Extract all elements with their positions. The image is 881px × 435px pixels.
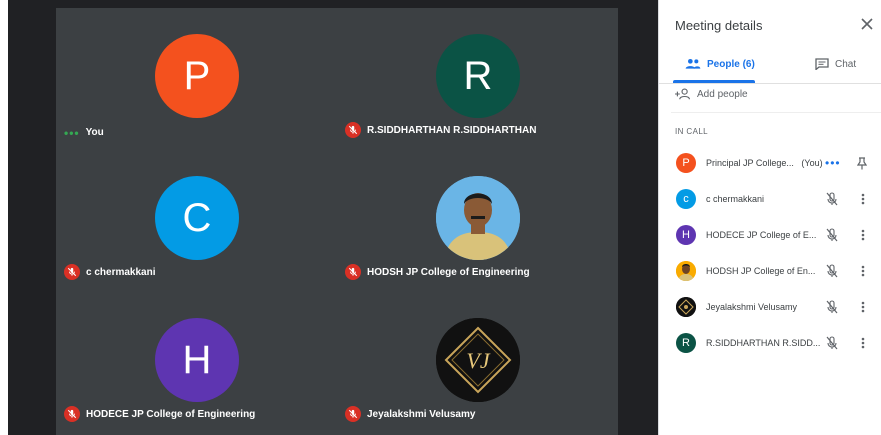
participant-row[interactable]: P Principal JP College... (You) ••• xyxy=(659,145,881,181)
add-person-icon xyxy=(675,88,690,100)
close-icon xyxy=(861,18,873,30)
mic-off-icon xyxy=(826,264,838,278)
mic-off-icon xyxy=(64,264,80,280)
tab-chat-label: Chat xyxy=(835,58,857,70)
you-tag: (You) xyxy=(801,158,823,168)
panel-title: Meeting details xyxy=(675,18,763,33)
mic-off-button[interactable] xyxy=(825,300,839,314)
mic-off-icon xyxy=(826,336,838,350)
vj-logo-avatar: VJ xyxy=(436,318,520,402)
avatar: P xyxy=(676,153,696,173)
tile-name: You xyxy=(85,127,104,138)
chat-icon xyxy=(815,58,829,70)
tab-people[interactable]: People (6) xyxy=(685,48,755,80)
vj-logo-avatar xyxy=(676,297,696,317)
more-options-button[interactable] xyxy=(857,191,869,207)
participant-name: c chermakkani xyxy=(706,194,765,204)
avatar: R xyxy=(676,333,696,353)
add-people-label: Add people xyxy=(697,88,748,100)
video-grid: P ••• You R R.SIDDHARTHAN R.SIDDHARTHAN … xyxy=(8,0,658,435)
tile-name-row: HODSH JP College of Engineering xyxy=(345,264,530,280)
participant-row[interactable]: R R.SIDDHARTHAN R.SIDD... xyxy=(659,325,881,361)
divider xyxy=(671,112,881,113)
mic-off-icon xyxy=(345,406,361,422)
more-options-button[interactable] xyxy=(857,335,869,351)
avatar: P xyxy=(155,34,239,118)
more-options-button[interactable] xyxy=(857,299,869,315)
avatar: C xyxy=(155,176,239,260)
video-tile-siddharthan[interactable]: R R.SIDDHARTHAN R.SIDDHARTHAN xyxy=(337,8,618,150)
mic-off-icon xyxy=(826,192,838,206)
participant-name: HODECE JP College of E... xyxy=(706,230,817,240)
participant-row[interactable]: HODSH JP College of En... xyxy=(659,253,881,289)
pin-icon xyxy=(857,156,867,169)
more-vert-icon xyxy=(861,193,865,205)
profile-photo xyxy=(676,261,696,281)
mic-off-icon xyxy=(345,122,361,138)
tile-name-row: HODECE JP College of Engineering xyxy=(64,406,255,422)
tile-name-row: Jeyalakshmi Velusamy xyxy=(345,406,475,422)
tile-name: HODECE JP College of Engineering xyxy=(86,408,256,420)
participant-name: R.SIDDHARTHAN R.SIDD... xyxy=(706,338,821,348)
video-tile-hodece[interactable]: H HODECE JP College of Engineering xyxy=(56,292,337,434)
mic-off-button[interactable] xyxy=(825,192,839,206)
video-stage: P ••• You R R.SIDDHARTHAN R.SIDDHARTHAN … xyxy=(56,8,618,435)
more-vert-icon xyxy=(861,265,865,277)
panel-tabs: People (6) Chat xyxy=(659,48,881,84)
meeting-details-panel: Meeting details People (6) Chat Add peop… xyxy=(658,0,881,435)
mic-off-button[interactable] xyxy=(825,228,839,242)
profile-photo xyxy=(436,176,520,260)
video-tile-chermakkani[interactable]: C c chermakkani xyxy=(56,150,337,292)
video-tile-jeyalakshmi[interactable]: VJ Jeyalakshmi Velusamy xyxy=(337,292,618,434)
svg-text:VJ: VJ xyxy=(466,348,490,373)
tile-name: Jeyalakshmi Velusamy xyxy=(367,408,476,420)
participant-row[interactable]: c c chermakkani xyxy=(659,181,881,217)
mic-off-icon xyxy=(345,264,361,280)
speaking-indicator-icon: ••• xyxy=(64,125,80,140)
participant-name-text: Principal JP College... xyxy=(706,158,794,168)
more-vert-icon xyxy=(861,337,865,349)
avatar: c xyxy=(676,189,696,209)
tile-name: HODSH JP College of Engineering xyxy=(367,266,530,278)
participant-row[interactable]: H HODECE JP College of E... xyxy=(659,217,881,253)
more-options-button[interactable] xyxy=(857,227,869,243)
avatar: H xyxy=(676,225,696,245)
speaking-indicator-icon: ••• xyxy=(825,156,841,170)
mic-off-icon xyxy=(826,228,838,242)
video-tile-hodsh[interactable]: HODSH JP College of Engineering xyxy=(337,150,618,292)
tile-name-row: R.SIDDHARTHAN R.SIDDHARTHAN xyxy=(345,122,536,138)
more-vert-icon xyxy=(861,229,865,241)
close-panel-button[interactable] xyxy=(859,16,875,32)
participant-row[interactable]: Jeyalakshmi Velusamy xyxy=(659,289,881,325)
mic-off-icon xyxy=(64,406,80,422)
people-icon xyxy=(685,59,701,69)
add-people-button[interactable]: Add people xyxy=(675,88,748,100)
tile-name: R.SIDDHARTHAN R.SIDDHARTHAN xyxy=(367,124,537,136)
participant-name: HODSH JP College of En... xyxy=(706,266,816,276)
more-vert-icon xyxy=(861,301,865,313)
in-call-section-label: IN CALL xyxy=(675,127,709,136)
avatar: R xyxy=(436,34,520,118)
tile-name-row: c chermakkani xyxy=(64,264,156,280)
mic-off-icon xyxy=(826,300,838,314)
tabs-divider xyxy=(659,83,881,84)
video-tile-you[interactable]: P ••• You xyxy=(56,8,337,150)
participant-name: Jeyalakshmi Velusamy xyxy=(706,302,798,312)
tab-people-label: People (6) xyxy=(707,58,755,70)
tile-name: c chermakkani xyxy=(86,266,156,278)
pin-button[interactable] xyxy=(856,156,868,170)
participant-name: Principal JP College... (You) xyxy=(706,158,823,168)
tile-name-row: ••• You xyxy=(64,125,104,140)
tab-chat[interactable]: Chat xyxy=(815,48,856,80)
mic-off-button[interactable] xyxy=(825,264,839,278)
mic-off-button[interactable] xyxy=(825,336,839,350)
avatar: H xyxy=(155,318,239,402)
more-options-button[interactable] xyxy=(857,263,869,279)
